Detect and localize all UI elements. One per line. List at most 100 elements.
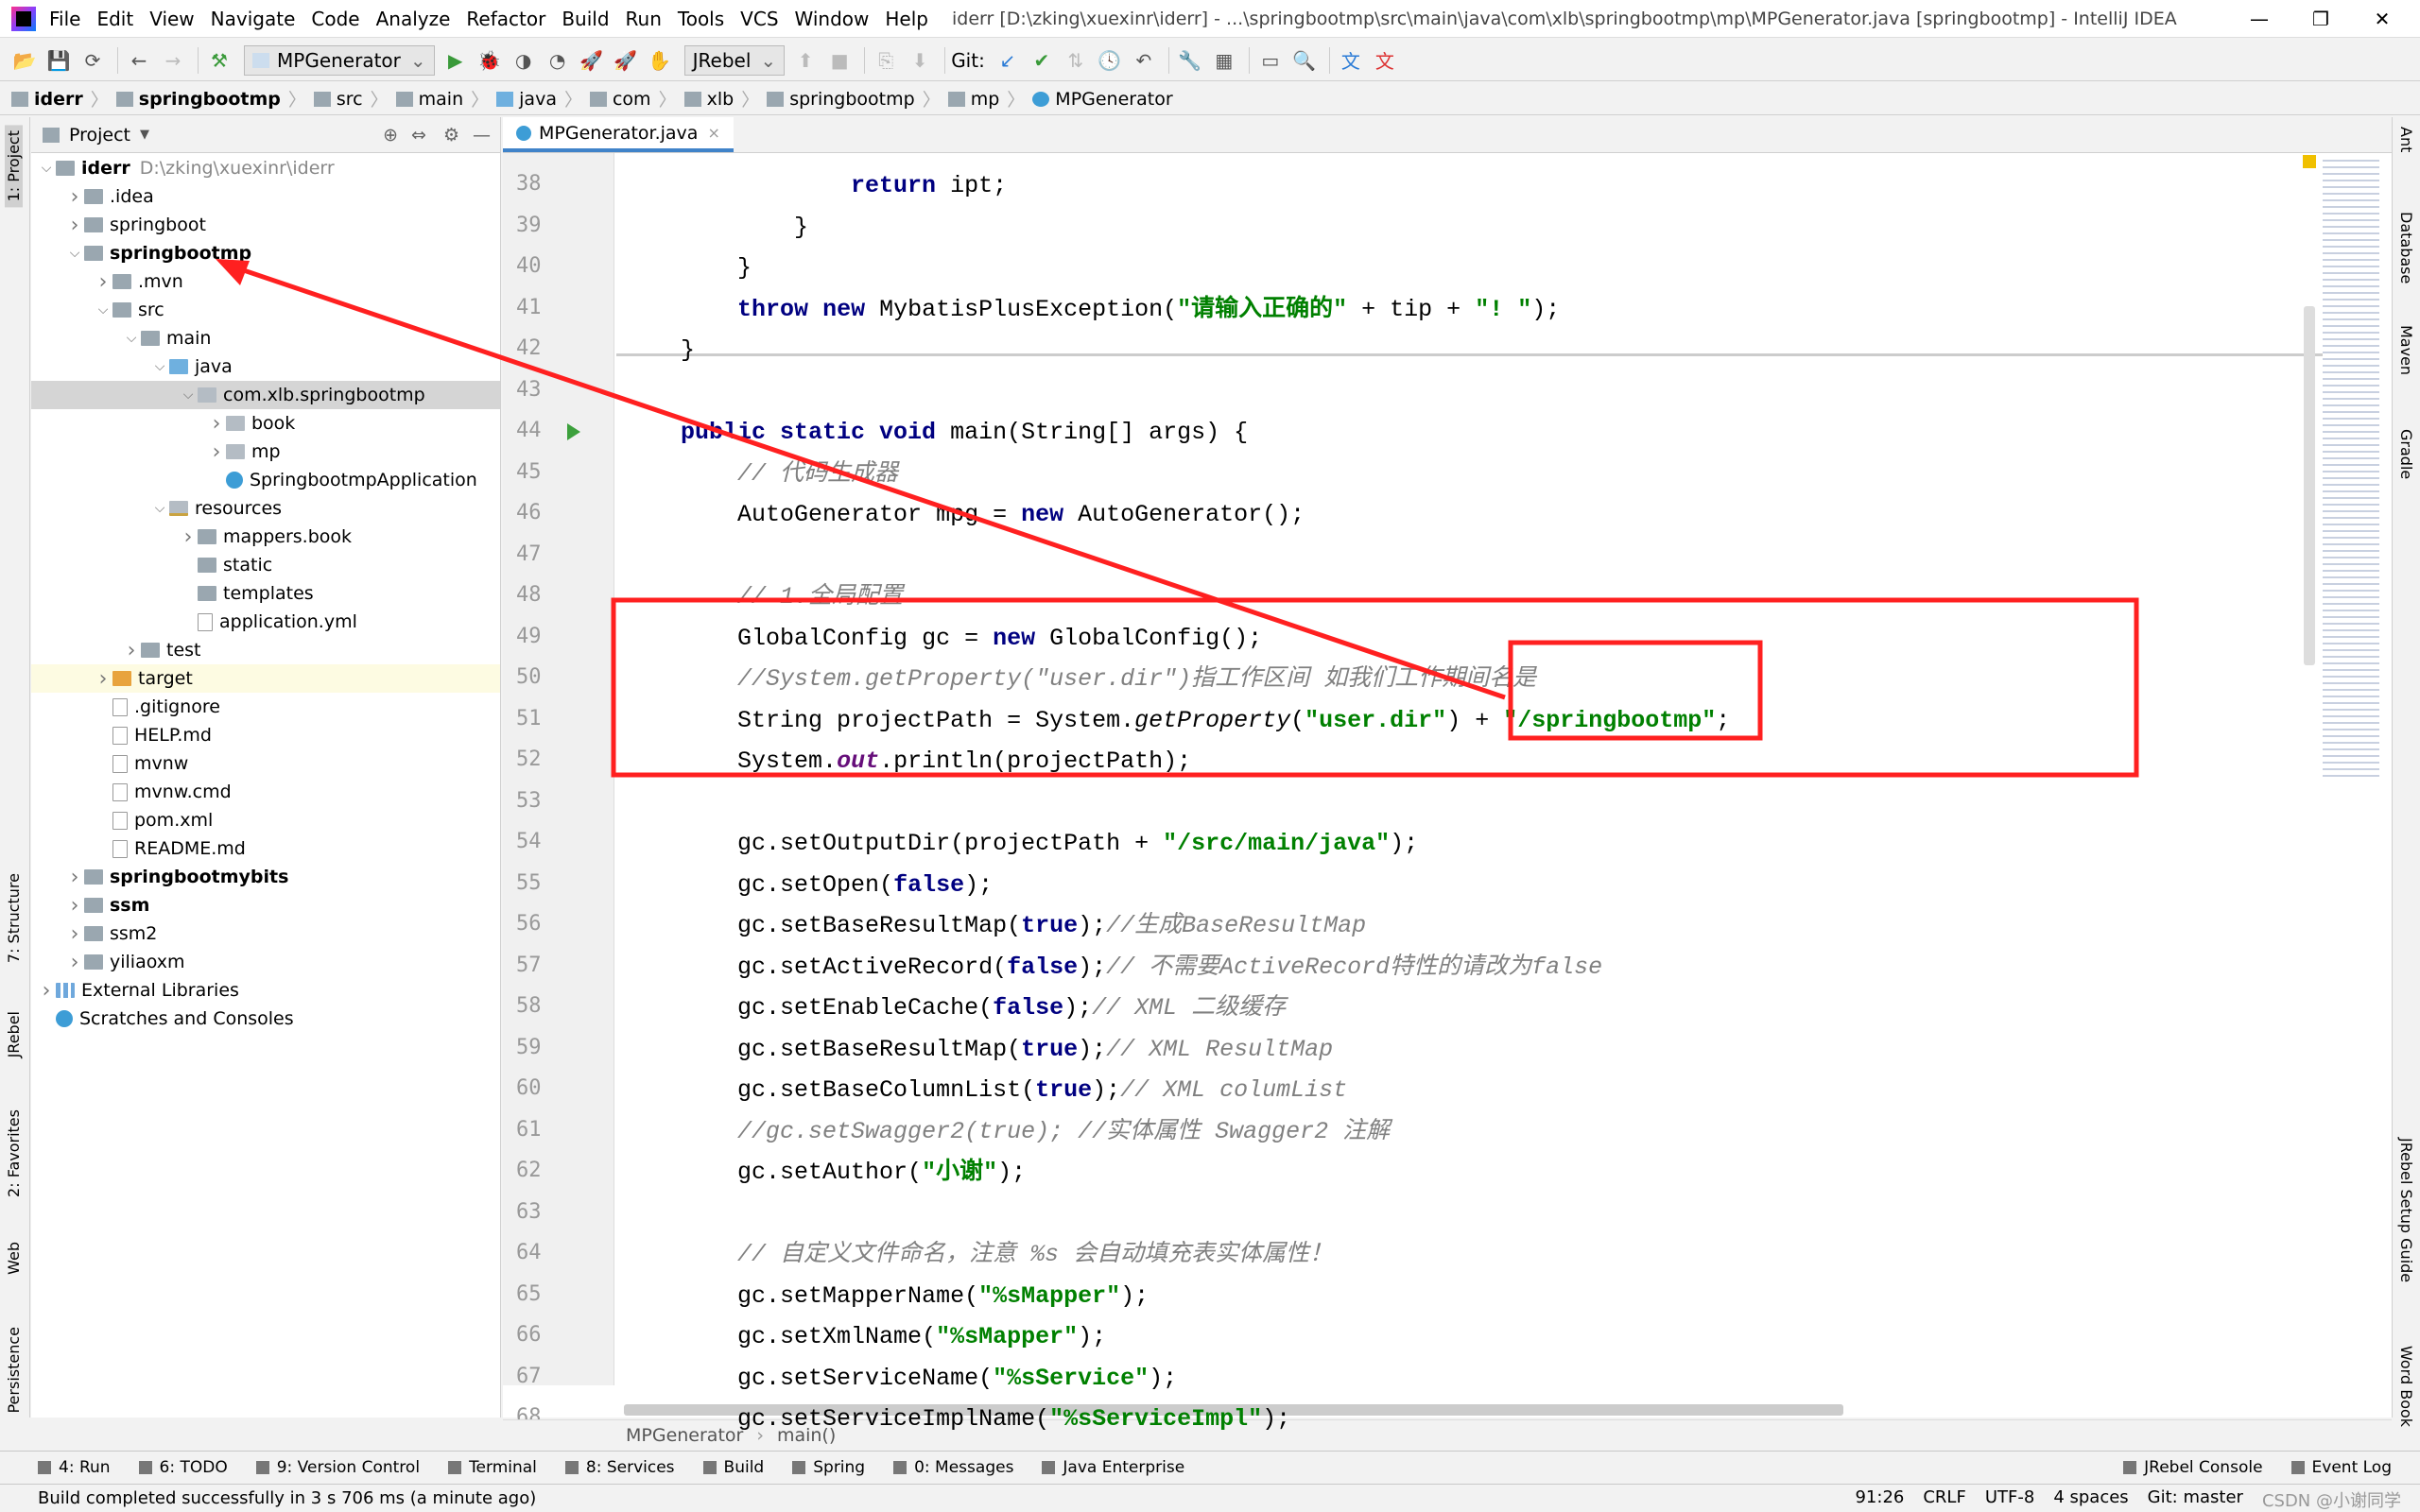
jrebel-debug-icon[interactable]: 🚀 xyxy=(611,45,641,76)
chevron-down-icon[interactable]: ⌵ xyxy=(94,302,112,318)
menu-build[interactable]: Build xyxy=(562,8,609,30)
caret-position[interactable]: 91:26 xyxy=(1855,1487,1904,1512)
debug-icon[interactable]: 🐞 xyxy=(475,45,505,76)
tree-item-yiliaoxm[interactable]: › yiliaoxm xyxy=(31,948,500,976)
tree-item-src[interactable]: ⌵ src xyxy=(31,296,500,324)
indent-setting[interactable]: 4 spaces xyxy=(2053,1487,2128,1512)
tree-item--idea[interactable]: › .idea xyxy=(31,182,500,211)
menu-navigate[interactable]: Navigate xyxy=(211,8,296,30)
open-icon[interactable]: 📂 xyxy=(9,45,40,76)
vertical-scrollbar[interactable] xyxy=(2304,306,2315,665)
tool-tab-maven[interactable]: Maven xyxy=(2397,325,2415,375)
tool-window-8-services[interactable]: 8: Services xyxy=(564,1458,675,1477)
breadcrumb-item[interactable]: springbootmp 〉 xyxy=(115,86,314,112)
terminal-icon[interactable]: ▭ xyxy=(1255,45,1286,76)
chevron-right-icon[interactable]: › xyxy=(94,667,112,691)
close-button[interactable]: ✕ xyxy=(2354,4,2411,34)
breadcrumb-item[interactable]: xlb 〉 xyxy=(683,86,768,112)
tree-item-target[interactable]: › target xyxy=(31,664,500,693)
collapse-all-icon[interactable]: ⇔ xyxy=(411,125,426,146)
tree-item--mvn[interactable]: › .mvn xyxy=(31,267,500,296)
settings-wrench-icon[interactable]: 🔧 xyxy=(1175,45,1205,76)
chevron-right-icon[interactable]: › xyxy=(37,979,56,1003)
status-message[interactable]: Build completed successfully in 3 s 706 … xyxy=(38,1488,536,1508)
tool-tab-jrebel-setup-guide[interactable]: JRebel Setup Guide xyxy=(2397,1138,2415,1282)
git-branch[interactable]: Git: master xyxy=(2148,1487,2243,1512)
tool-window-java-enterprise[interactable]: Java Enterprise xyxy=(1042,1458,1184,1477)
chevron-right-icon[interactable]: › xyxy=(65,214,84,237)
gear-icon[interactable]: ⚙ xyxy=(443,125,459,146)
tree-item-java[interactable]: ⌵ java xyxy=(31,352,500,381)
chevron-down-icon[interactable]: ⌵ xyxy=(65,246,84,261)
menu-view[interactable]: View xyxy=(149,8,194,30)
locate-icon[interactable]: ⊕ xyxy=(383,125,398,146)
rebel-update-icon[interactable]: ⬆ xyxy=(790,45,821,76)
warning-indicator-icon[interactable] xyxy=(2303,155,2316,168)
tool-window-jrebel-console[interactable]: JRebel Console xyxy=(2123,1458,2263,1477)
menu-file[interactable]: File xyxy=(49,8,80,30)
tree-item-springbootmpapplication[interactable]: SpringbootmpApplication xyxy=(31,466,500,494)
tool-window-terminal[interactable]: Terminal xyxy=(448,1458,537,1477)
stop-icon[interactable]: ■ xyxy=(824,45,855,76)
menu-code[interactable]: Code xyxy=(311,8,359,30)
tree-item-help-md[interactable]: HELP.md xyxy=(31,721,500,749)
tree-item-mvnw[interactable]: mvnw xyxy=(31,749,500,778)
tool-window-event-log[interactable]: Event Log xyxy=(2290,1458,2392,1477)
tree-item-springboot[interactable]: › springboot xyxy=(31,211,500,239)
menu-edit[interactable]: Edit xyxy=(96,8,133,30)
chevron-down-icon[interactable]: ⌵ xyxy=(150,501,169,516)
breadcrumb-item[interactable]: java 〉 xyxy=(496,86,590,112)
tree-item-readme-md[interactable]: README.md xyxy=(31,834,500,863)
build-hammer-icon[interactable]: ⚒ xyxy=(204,45,234,76)
sync-icon[interactable]: ⟳ xyxy=(78,45,108,76)
file-encoding[interactable]: UTF-8 xyxy=(1985,1487,2034,1512)
chevron-right-icon[interactable]: › xyxy=(207,412,226,436)
menu-run[interactable]: Run xyxy=(626,8,662,30)
search-icon[interactable]: 🔍 xyxy=(1289,45,1320,76)
tree-item-application-yml[interactable]: application.yml xyxy=(31,608,500,636)
code-minimap[interactable] xyxy=(2323,155,2379,779)
breadcrumb-item[interactable]: springbootmp 〉 xyxy=(767,86,948,112)
tool-window-4-run[interactable]: 4: Run xyxy=(38,1458,111,1477)
tree-item--gitignore[interactable]: .gitignore xyxy=(31,693,500,721)
git-commit-icon[interactable]: ✔ xyxy=(1027,45,1057,76)
coverage-icon[interactable]: ◑ xyxy=(509,45,539,76)
chevron-right-icon[interactable]: › xyxy=(65,951,84,974)
chevron-right-icon[interactable]: › xyxy=(65,185,84,209)
chevron-down-icon[interactable]: ⌵ xyxy=(179,387,198,403)
history-icon[interactable]: 🕓 xyxy=(1095,45,1125,76)
back-icon[interactable]: ← xyxy=(124,45,154,76)
breadcrumb-item[interactable]: MPGenerator xyxy=(1032,89,1173,110)
minimize-button[interactable]: — xyxy=(2231,4,2288,34)
breadcrumb-item[interactable]: main 〉 xyxy=(395,86,497,112)
tree-item-pom-xml[interactable]: pom.xml xyxy=(31,806,500,834)
line-separator[interactable]: CRLF xyxy=(1923,1487,1965,1512)
chevron-down-icon[interactable]: ▼ xyxy=(140,128,149,142)
tab-close-icon[interactable]: × xyxy=(707,124,719,142)
tool-window-0-messages[interactable]: 0: Messages xyxy=(893,1458,1013,1477)
tool-tab-project[interactable]: 1: Project xyxy=(5,125,23,208)
tool-tab-structure[interactable]: 7: Structure xyxy=(5,873,23,963)
menu-vcs[interactable]: VCS xyxy=(740,8,778,30)
menu-refactor[interactable]: Refactor xyxy=(466,8,545,30)
save-icon[interactable]: 💾 xyxy=(43,45,74,76)
tree-item-test[interactable]: › test xyxy=(31,636,500,664)
tool-window-9-version-control[interactable]: 9: Version Control xyxy=(255,1458,420,1477)
tree-item-templates[interactable]: templates xyxy=(31,579,500,608)
chevron-right-icon[interactable]: › xyxy=(179,525,198,549)
tree-item-static[interactable]: static xyxy=(31,551,500,579)
jrebel-select[interactable]: JRebel ⌄ xyxy=(683,44,786,76)
run-icon[interactable]: ▶ xyxy=(441,45,471,76)
translate-replace-icon[interactable]: 文 xyxy=(1370,45,1400,76)
tree-item-com-xlb-springbootmp[interactable]: ⌵ com.xlb.springbootmp xyxy=(31,381,500,409)
menu-analyze[interactable]: Analyze xyxy=(376,8,451,30)
chevron-down-icon[interactable]: ⌵ xyxy=(122,331,141,346)
forward-icon[interactable]: → xyxy=(158,45,188,76)
tree-item-mp[interactable]: › mp xyxy=(31,438,500,466)
attach-debugger-icon[interactable]: ⎘ xyxy=(871,45,901,76)
rollback-icon[interactable]: ↶ xyxy=(1129,45,1159,76)
menu-window[interactable]: Window xyxy=(795,8,870,30)
chevron-right-icon[interactable]: › xyxy=(65,894,84,918)
tool-window-6-todo[interactable]: 6: TODO xyxy=(138,1458,228,1477)
breadcrumb-item[interactable]: src 〉 xyxy=(313,86,396,112)
